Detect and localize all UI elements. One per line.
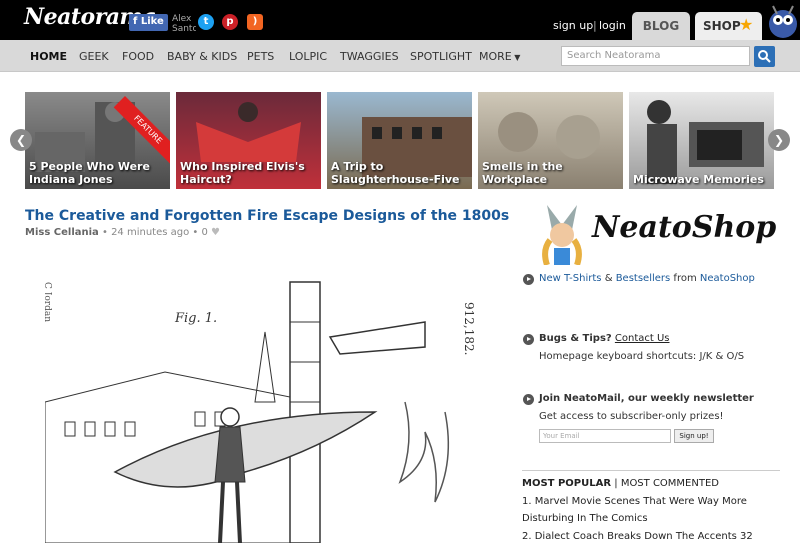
article-likes: 0 xyxy=(201,227,208,238)
nav-pets[interactable]: PETS xyxy=(247,50,274,63)
carousel-slide[interactable]: FEATURE 5 People Who Were Indiana Jones xyxy=(25,92,170,189)
bestsellers-link[interactable]: Bestsellers xyxy=(616,273,671,284)
tab-separator: | xyxy=(614,478,618,489)
tab-blog[interactable]: BLOG xyxy=(632,12,690,40)
search-icon xyxy=(758,50,771,63)
mascot-icon xyxy=(769,5,797,38)
neatoshop-logo: NeatoShop xyxy=(592,210,777,245)
article-image: Fig. 1. 912,182. C Jordan xyxy=(45,262,505,543)
slide-caption: Who Inspired Elvis's Haircut? xyxy=(180,160,305,186)
search-input[interactable]: Search Neatorama xyxy=(561,46,750,66)
nav-home[interactable]: HOME xyxy=(30,50,67,63)
tab-most-popular[interactable]: MOST POPULAR xyxy=(522,478,611,489)
keyboard-shortcuts: Homepage keyboard shortcuts: J/K & O/S xyxy=(539,351,745,362)
star-icon: ★ xyxy=(739,15,754,34)
tab-blog-label: BLOG xyxy=(642,19,680,33)
facebook-user-name: Alex Santo xyxy=(172,14,196,34)
chevron-right-icon: ❯ xyxy=(773,133,785,147)
bugs-label: Bugs & Tips? xyxy=(539,333,612,344)
bugs-tips-line: Bugs & Tips? Contact Us xyxy=(539,333,670,344)
nav-geek[interactable]: GEEK xyxy=(79,50,109,63)
carousel-prev-button[interactable]: ❮ xyxy=(10,129,32,151)
slide-caption: Microwave Memories xyxy=(633,173,764,186)
pinterest-icon[interactable]: p xyxy=(222,14,238,30)
carousel-slide[interactable]: Who Inspired Elvis's Haircut? xyxy=(176,92,321,189)
bullet-icon xyxy=(523,394,534,405)
nav-more-label: MORE xyxy=(479,50,512,63)
newsletter-title: Join NeatoMail, our weekly newsletter xyxy=(539,393,754,404)
login-link[interactable]: login xyxy=(599,19,626,32)
carousel-slide[interactable]: Microwave Memories xyxy=(629,92,774,189)
patent-number: 912,182. xyxy=(462,302,476,355)
neatoshop-banner[interactable]: NeatoShop xyxy=(522,200,780,270)
mascot-girl-icon xyxy=(542,205,582,265)
slide-caption: Smells in the Workplace xyxy=(482,160,563,186)
search-button[interactable] xyxy=(754,46,775,67)
sign-up-link[interactable]: sign up xyxy=(553,19,593,32)
dot-separator: • xyxy=(101,227,112,238)
signup-button[interactable]: Sign up! xyxy=(674,429,714,443)
promo-amp: & xyxy=(604,273,613,284)
article-byline: Miss Cellania • 24 minutes ago • 0 ♥ xyxy=(25,227,220,238)
tab-shop-label: SHOP xyxy=(703,19,741,33)
list-item[interactable]: 1. Marvel Movie Scenes That Were Way Mor… xyxy=(522,493,772,527)
svg-text:C Jordan: C Jordan xyxy=(45,282,52,322)
nav-food[interactable]: FOOD xyxy=(122,50,154,63)
heart-icon[interactable]: ♥ xyxy=(211,227,220,238)
tab-most-commented[interactable]: MOST COMMENTED xyxy=(621,478,719,489)
bullet-icon xyxy=(523,274,534,285)
carousel-next-button[interactable]: ❯ xyxy=(768,129,790,151)
carousel-slide[interactable]: A Trip to Slaughterhouse-Five xyxy=(327,92,472,189)
nav-spotlight[interactable]: SPOTLIGHT xyxy=(410,50,472,63)
fig-label: Fig. 1. xyxy=(174,311,217,326)
shop-promo-line: New T-Shirts & Bestsellers from NeatoSho… xyxy=(539,273,755,284)
twitter-icon[interactable]: t xyxy=(198,14,214,30)
nav-twaggies[interactable]: TWAGGIES xyxy=(340,50,399,63)
email-field[interactable]: Your Email xyxy=(539,429,671,443)
popular-tabs: MOST POPULAR | MOST COMMENTED xyxy=(522,478,719,489)
carousel-slide[interactable]: Smells in the Workplace xyxy=(478,92,623,189)
slide-caption: 5 People Who Were Indiana Jones xyxy=(29,160,150,186)
article-author[interactable]: Miss Cellania xyxy=(25,227,99,238)
nav-more[interactable]: MORE ▼ xyxy=(479,50,520,63)
nav-baby-kids[interactable]: BABY & KIDS xyxy=(167,50,237,63)
tab-shop[interactable]: SHOP ★ xyxy=(695,12,762,40)
new-tshirts-link[interactable]: New T-Shirts xyxy=(539,273,602,284)
list-item[interactable]: 2. Dialect Coach Breaks Down The Accents… xyxy=(522,528,772,545)
article-time: 24 minutes ago xyxy=(111,227,190,238)
article-title[interactable]: The Creative and Forgotten Fire Escape D… xyxy=(25,208,509,224)
facebook-like-label: Like xyxy=(140,16,164,27)
contact-us-link[interactable]: Contact Us xyxy=(615,333,670,344)
bullet-icon xyxy=(523,334,534,345)
slide-caption: A Trip to Slaughterhouse-Five xyxy=(331,160,460,186)
facebook-like-button[interactable]: f Like xyxy=(129,14,168,31)
newsletter-desc: Get access to subscriber-only prizes! xyxy=(539,411,724,422)
account-separator: | xyxy=(593,19,597,32)
facebook-icon: f xyxy=(133,16,141,27)
featured-carousel: FEATURE 5 People Who Were Indiana Jones … xyxy=(25,92,775,189)
chevron-down-icon: ▼ xyxy=(511,53,521,62)
promo-from: from xyxy=(673,273,697,284)
neatoshop-link[interactable]: NeatoShop xyxy=(700,273,755,284)
nav-lolpic[interactable]: LOLPIC xyxy=(289,50,327,63)
rss-icon[interactable]: ) xyxy=(247,14,263,30)
chevron-left-icon: ❮ xyxy=(15,133,27,147)
